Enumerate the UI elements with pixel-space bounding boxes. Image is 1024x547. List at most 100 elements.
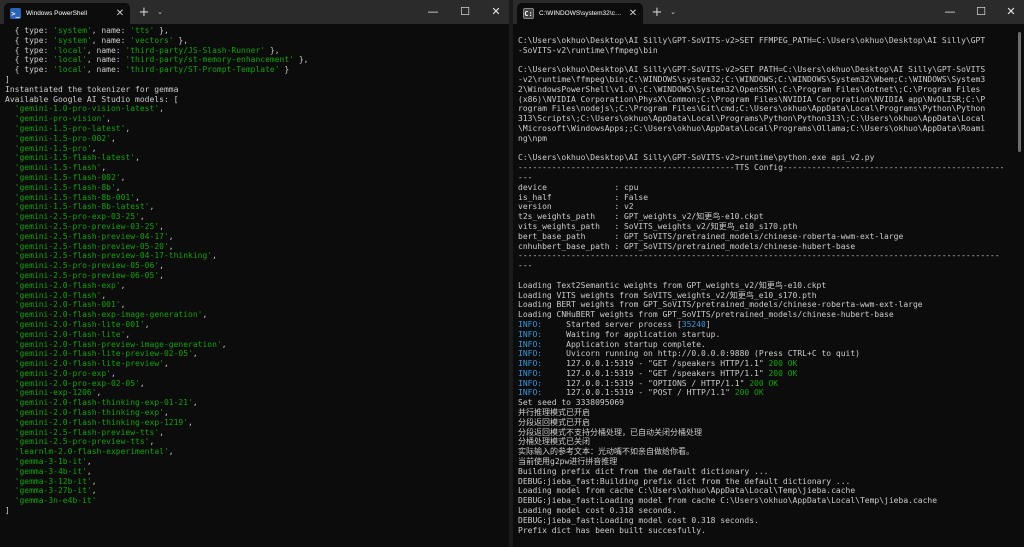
terminal-line: 'gemini-2.0-flash-preview-image-generati… [5, 340, 495, 350]
terminal-text-segment: Loading model cost 0.318 seconds. [518, 506, 677, 516]
tab-close-icon[interactable]: ✕ [627, 8, 639, 19]
terminal-line: 'gemini-exp-1206', [5, 388, 495, 398]
new-tab-icon[interactable]: + [136, 3, 152, 21]
terminal-text-segment: , [159, 427, 164, 437]
terminal-text-segment: , [159, 270, 164, 280]
terminal-text-segment: 'gemini-2.5-pro-preview-05-06' [14, 261, 160, 271]
terminal-text-segment: 'gemini-1.0-pro-vision-latest' [14, 104, 160, 114]
terminal-line: 分桶处理模式已关闭 [518, 437, 1010, 447]
terminal-line: INFO: 127.0.0.1:5319 - "GET /speakers HT… [518, 359, 1010, 369]
terminal-text-segment: ----------------------------------------… [518, 163, 1005, 173]
minimize-icon[interactable]: — [937, 0, 963, 22]
terminal-line: 'gemini-2.5-pro-preview-tts', [5, 437, 495, 447]
terminal-line: INFO: 127.0.0.1:5319 - "POST / HTTP/1.1"… [518, 388, 1010, 398]
terminal-line: { type: 'local', name: 'third-party/JS-S… [5, 46, 495, 56]
terminal-line: bert_base_path : GPT_SoVITS/pretrained_m… [518, 232, 1010, 242]
terminal-text-segment: 'gemini-2.0-flash-thinking-exp-01-21' [14, 398, 193, 408]
tab-windows-powershell[interactable]: >_ Windows PowerShell ✕ [4, 3, 130, 24]
terminal-text-segment: --- [518, 261, 533, 271]
terminal-line: INFO: 127.0.0.1:5319 - "GET /speakers HT… [518, 369, 1010, 379]
terminal-text-segment: 'learnlm-2.0-flash-experimental' [14, 447, 169, 457]
terminal-line: 'gemini-2.0-flash-lite-preview-02-05', [5, 349, 495, 359]
terminal-text-segment: 'gemini-1.5-flash-002' [14, 172, 121, 182]
terminal-line [518, 271, 1010, 281]
new-tab-icon[interactable]: + [649, 3, 665, 21]
terminal-text-segment: , [120, 280, 126, 290]
terminal-line: C:\Users\okhuo\Desktop\AI Silly\GPT-SoVI… [518, 36, 1010, 46]
terminal-text-segment: , [149, 437, 155, 447]
terminal-line: -v2\runtime\ffmpeg\bin;C:\WINDOWS\system… [518, 75, 1010, 85]
terminal-line: Loading model from cache C:\Users\okhuo\… [518, 486, 1010, 496]
scrollbar[interactable] [1018, 32, 1021, 152]
terminal-text-segment: 'gemma-3-27b-it' [14, 486, 92, 496]
title-bar: C: C:\WINDOWS\system32\cmd.e ✕ + ⌄ — ☐ ✕ [513, 0, 1024, 24]
terminal-text-segment: 'gemini-2.0-flash-lite' [14, 329, 126, 339]
terminal-text-segment: 313\Scripts\;C:\Users\okhuo\AppData\Loca… [518, 114, 986, 124]
terminal-output[interactable]: { type: 'system', name: 'tts' }, { type:… [5, 26, 495, 547]
tab-title: Windows PowerShell [26, 10, 88, 17]
terminal-line: Building prefix dict from the default di… [518, 467, 1010, 477]
terminal-line: ----------------------------------------… [518, 163, 1010, 173]
terminal-text-segment: , [91, 476, 97, 486]
terminal-text-segment: C:\Users\okhuo\Desktop\AI Silly\GPT-SoVI… [518, 35, 986, 45]
terminal-line: ng\npm [518, 134, 1010, 144]
terminal-line: 'gemini-2.0-flash', [5, 291, 495, 301]
window-close-icon[interactable]: ✕ [483, 0, 509, 22]
tab-close-icon[interactable]: ✕ [114, 8, 126, 19]
terminal-text-segment: 2\WindowsPowerShell\v1.0\;C:\WINDOWS\Sys… [518, 84, 981, 94]
terminal-text-segment: { type: [5, 35, 54, 45]
terminal-line [518, 55, 1010, 65]
terminal-line: 'gemini-2.5-flash-preview-tts', [5, 428, 495, 438]
powershell-window: >_ Windows PowerShell ✕ + ⌄ — ☐ ✕ { type… [0, 0, 509, 547]
terminal-text-segment: 'gemini-2.5-flash-preview-05-20' [14, 241, 169, 251]
terminal-text-segment: 当前使用g2pw进行拼音推理 [518, 457, 618, 467]
terminal-text-segment: 'gemini-1.5-flash' [14, 163, 102, 173]
terminal-text-segment: , [135, 153, 140, 163]
terminal-line: INFO: Application startup complete. [518, 340, 1010, 350]
tab-dropdown-icon[interactable]: ⌄ [667, 3, 679, 21]
terminal-text-segment: , [125, 123, 131, 133]
terminal-line: 'gemini-2.0-flash-lite', [5, 330, 495, 340]
tab-title: C:\WINDOWS\system32\cmd.e [539, 10, 622, 17]
window-close-icon[interactable]: ✕ [998, 0, 1024, 22]
terminal-text-segment: , [96, 388, 102, 398]
terminal-output[interactable]: C:\Users\okhuo\Desktop\AI Silly\GPT-SoVI… [518, 26, 1010, 547]
terminal-text-segment: , [221, 339, 227, 349]
terminal-text-segment: ng\npm [518, 133, 547, 143]
terminal-text-segment: C:\Users\okhuo\Desktop\AI Silly\GPT-SoVI… [518, 153, 875, 163]
terminal-line: 2\WindowsPowerShell\v1.0\;C:\WINDOWS\Sys… [518, 85, 1010, 95]
terminal-text-segment: { type: [5, 45, 54, 55]
terminal-text-segment: 'local' [53, 55, 87, 65]
terminal-line: 'gemini-2.5-flash-preview-04-17', [5, 232, 495, 242]
terminal-text-segment: C:\Users\okhuo\Desktop\AI Silly\GPT-SoVI… [518, 65, 986, 75]
maximize-icon[interactable]: ☐ [968, 0, 994, 22]
terminal-text-segment: Waiting for application startup. [542, 329, 721, 339]
tab-dropdown-icon[interactable]: ⌄ [154, 3, 166, 21]
terminal-line: 'gemini-2.0-flash-thinking-exp', [5, 408, 495, 418]
terminal-text-segment: (x86)\NVIDIA Corporation\PhysX\Common;C:… [518, 94, 986, 104]
terminal-text-segment: DEBUG:jieba_fast:Loading model from cach… [518, 496, 938, 506]
tab-cmd[interactable]: C: C:\WINDOWS\system32\cmd.e ✕ [517, 3, 643, 24]
terminal-line: 313\Scripts\;C:\Users\okhuo\AppData\Loca… [518, 114, 1010, 124]
powershell-icon: >_ [10, 8, 21, 19]
terminal-text-segment: 127.0.0.1:5319 - "GET /speakers HTTP/1.1… [542, 359, 769, 369]
terminal-text-segment: vits_weights_path : SoVITS_weights_v2/知更… [518, 221, 798, 231]
terminal-line: { type: 'system', name: 'tts' }, [5, 26, 495, 36]
terminal-line: 分段返回模式已开启 [518, 418, 1010, 428]
terminal-text-segment: 'third-party/JS-Slash-Runner' [125, 45, 266, 55]
minimize-icon[interactable]: — [420, 0, 446, 22]
maximize-icon[interactable]: ☐ [452, 0, 478, 22]
terminal-line: 'gemini-1.5-flash-latest', [5, 153, 495, 163]
terminal-text-segment: 'gemini-2.0-flash-001' [14, 300, 121, 310]
terminal-text-segment: Loading model from cache C:\Users\okhuo\… [518, 486, 856, 496]
terminal-line: ] [5, 506, 495, 516]
